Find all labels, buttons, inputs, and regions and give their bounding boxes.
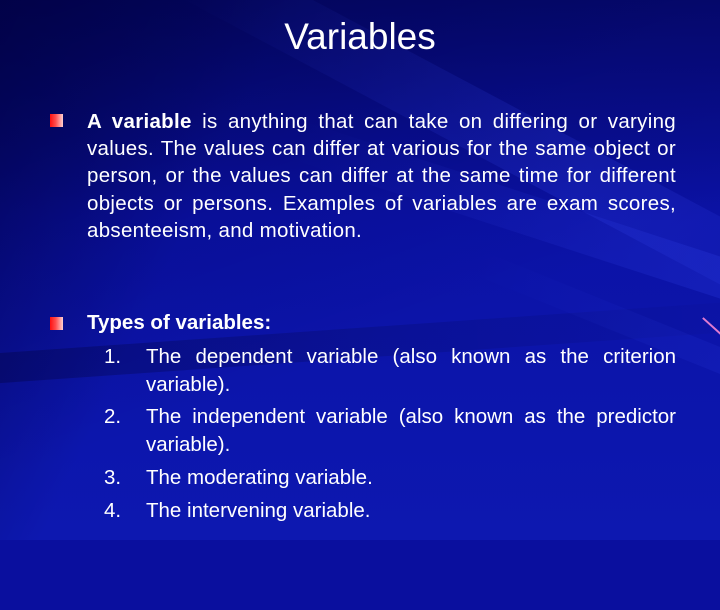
- definition-bold-lead: A variable: [87, 110, 192, 133]
- list-item-text: The dependent variable (also known as th…: [146, 345, 676, 396]
- list-item-number: 3.: [104, 466, 122, 489]
- list-item: 1. The dependent variable (also known as…: [104, 343, 676, 398]
- bullet-square-icon: [50, 114, 63, 127]
- list-item-text: The moderating variable.: [146, 466, 373, 489]
- types-heading: Types of variables:: [87, 311, 272, 334]
- list-item: 2. The independent variable (also known …: [104, 403, 676, 458]
- bullet-square-icon: [50, 317, 63, 330]
- list-item: 3. The moderating variable.: [104, 464, 676, 492]
- slide-title: Variables: [284, 16, 436, 57]
- list-item-number: 1.: [104, 345, 122, 368]
- list-item-text: The intervening variable.: [146, 499, 371, 522]
- slide-background: [0, 0, 720, 610]
- list-item: 4. The intervening variable.: [104, 497, 676, 525]
- list-item-text: The independent variable (also known as …: [146, 405, 676, 456]
- list-item-number: 2.: [104, 405, 122, 428]
- list-item-number: 4.: [104, 499, 122, 522]
- definition-paragraph: A variable is anything that can take on …: [87, 108, 676, 244]
